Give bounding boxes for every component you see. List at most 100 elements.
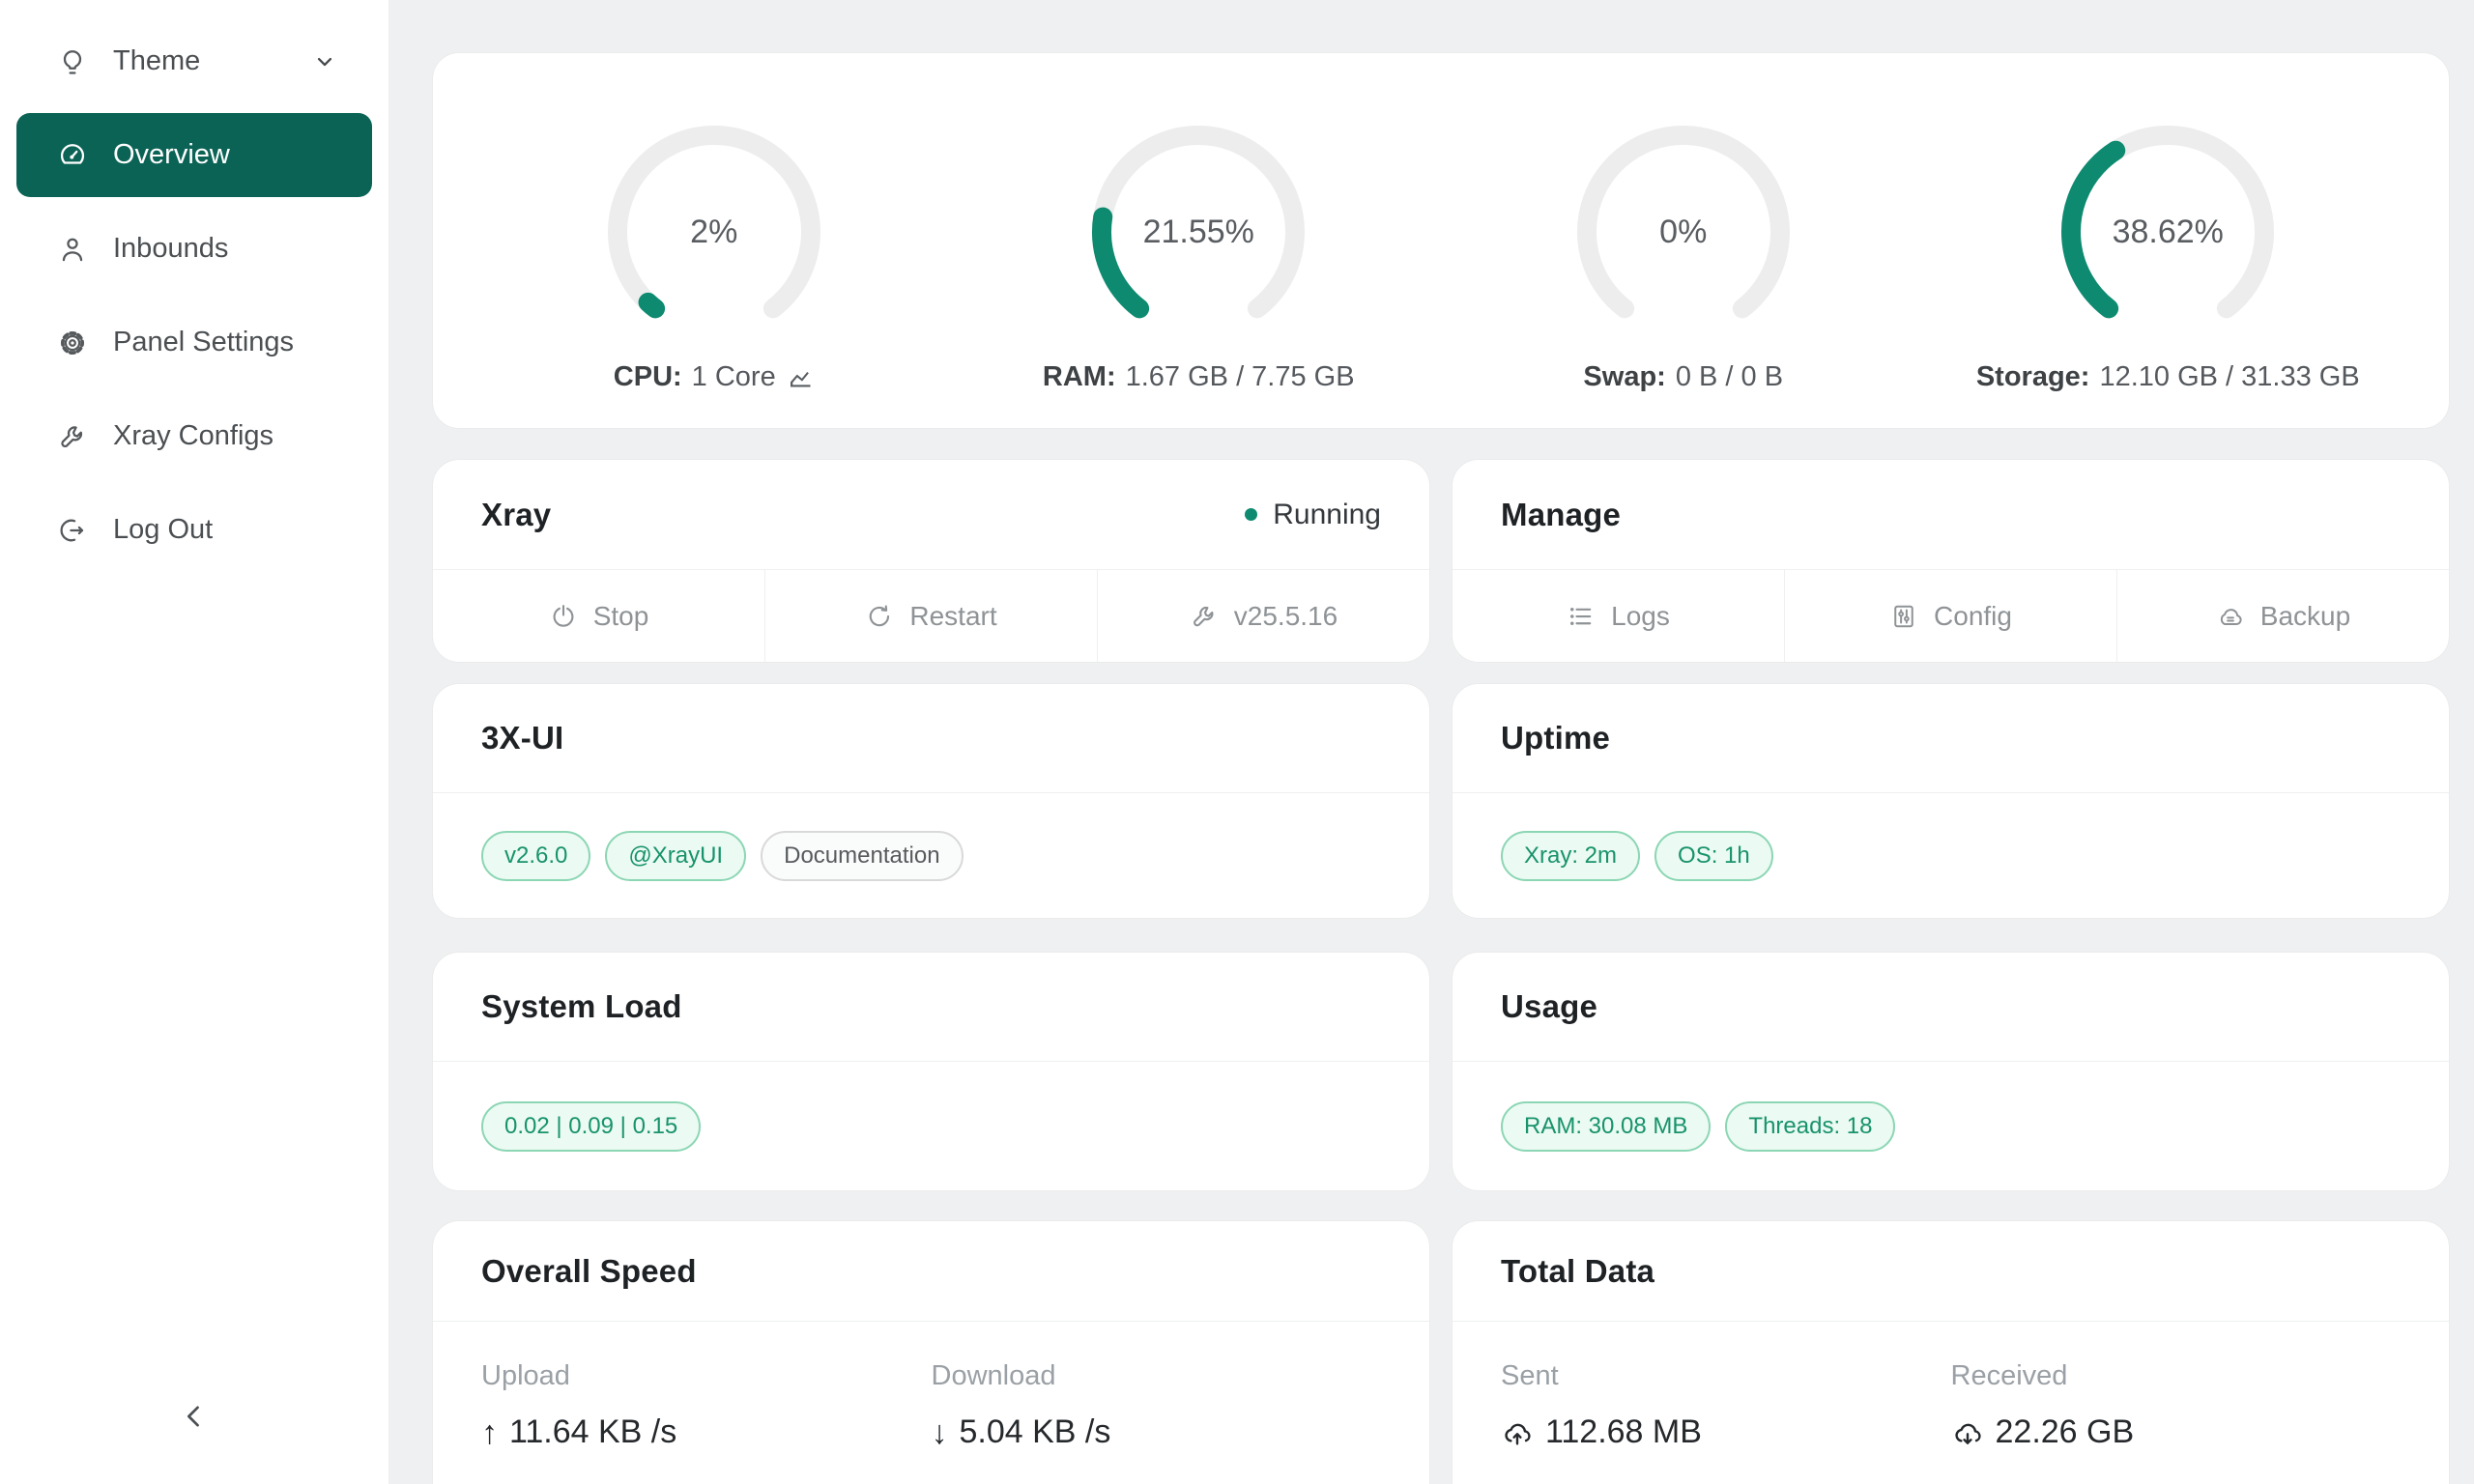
sidebar-item-theme[interactable]: Theme (16, 19, 372, 103)
gauge-label-name: CPU: (614, 361, 682, 393)
stat-value: ↓ 5.04 KB /s (932, 1413, 1382, 1451)
action-label: Logs (1611, 601, 1670, 632)
xray-uptime-tag: Xray: 2m (1501, 831, 1640, 881)
manage-config-button[interactable]: Config (1784, 570, 2116, 662)
stat-value-text: 22.26 GB (1996, 1413, 2135, 1451)
version-tag: v2.6.0 (481, 831, 590, 881)
card-title: System Load (481, 988, 682, 1025)
cloud-server-icon (2216, 602, 2245, 631)
manage-card-header: Manage (1453, 460, 2449, 570)
xray-status: Running (1245, 499, 1381, 531)
manage-actions: Logs Config (1453, 570, 2449, 662)
card-title: Usage (1501, 988, 1597, 1025)
threads-tag: Threads: 18 (1725, 1101, 1895, 1152)
threex-ui-tags: v2.6.0 @XrayUI Documentation (433, 793, 1429, 918)
list-icon (1567, 602, 1596, 631)
action-label: Stop (593, 601, 649, 632)
status-dot-icon (1245, 508, 1257, 521)
sidebar-item-label: Panel Settings (113, 327, 294, 358)
load-average-tag: 0.02 | 0.09 | 0.15 (481, 1101, 701, 1152)
sidebar-item-label: Theme (113, 45, 200, 77)
usage-card: Usage RAM: 30.08 MB Threads: 18 (1452, 952, 2450, 1191)
main-content: 2% CPU: 1 Core (389, 0, 2474, 1484)
sidebar-collapse-button[interactable] (16, 1360, 372, 1476)
xrayui-link-tag[interactable]: @XrayUI (605, 831, 746, 881)
power-icon (549, 602, 578, 631)
xray-stop-button[interactable]: Stop (433, 570, 764, 662)
gauge-percent: 2% (598, 116, 830, 348)
xray-card: Xray Running Stop (432, 459, 1430, 663)
xray-actions: Stop Restart (433, 570, 1429, 662)
xray-card-header: Xray Running (433, 460, 1429, 570)
documentation-link-tag[interactable]: Documentation (761, 831, 963, 881)
arrow-down-icon: ↓ (932, 1416, 948, 1449)
gauge-label-value: 1.67 GB / 7.75 GB (1126, 361, 1355, 393)
stat-label: Sent (1501, 1360, 1951, 1392)
stat-value-text: 5.04 KB /s (960, 1413, 1111, 1451)
os-uptime-tag: OS: 1h (1654, 831, 1773, 881)
stat-label: Download (932, 1360, 1382, 1392)
threex-ui-card: 3X-UI v2.6.0 @XrayUI Documentation (432, 683, 1430, 919)
manage-card: Manage Logs (1452, 459, 2450, 663)
gear-icon (57, 328, 88, 358)
gauge-label-name: Storage: (1976, 361, 2090, 393)
xray-restart-button[interactable]: Restart (764, 570, 1097, 662)
sidebar-item-label: Overview (113, 139, 230, 171)
sent-stat: Sent 112.68 MB (1501, 1360, 1951, 1484)
system-load-card-header: System Load (433, 953, 1429, 1062)
gauge-label-name: Swap: (1583, 361, 1665, 393)
system-load-tags: 0.02 | 0.09 | 0.15 (433, 1062, 1429, 1190)
sidebar-spacer (16, 582, 372, 1360)
sidebar-item-xray-configs[interactable]: Xray Configs (16, 394, 372, 478)
card-title: Overall Speed (481, 1253, 697, 1290)
sidebar-item-label: Inbounds (113, 233, 228, 265)
sidebar-item-log-out[interactable]: Log Out (16, 488, 372, 572)
system-load-card: System Load 0.02 | 0.09 | 0.15 (432, 952, 1430, 1191)
sidebar: Theme Overview (0, 0, 389, 1484)
sidebar-item-label: Log Out (113, 514, 213, 546)
gauge-label-value: 0 B / 0 B (1676, 361, 1783, 393)
card-title: Manage (1501, 497, 1621, 533)
bulb-icon (57, 46, 88, 77)
threex-ui-card-header: 3X-UI (433, 684, 1429, 793)
area-chart-icon[interactable] (786, 363, 815, 392)
gauge-label: Storage: 12.10 GB / 31.33 GB (1976, 361, 2360, 393)
gauge-ram: 21.55% RAM: 1.67 GB / 7.75 GB (957, 53, 1442, 428)
stat-label: Upload (481, 1360, 932, 1392)
user-icon (57, 234, 88, 265)
gauge-label: Swap: 0 B / 0 B (1583, 361, 1783, 393)
stat-label: Received (1951, 1360, 2402, 1392)
total-data-card: Total Data Sent 112.68 MB (1452, 1220, 2450, 1484)
ram-usage-tag: RAM: 30.08 MB (1501, 1101, 1711, 1152)
xray-version-button[interactable]: v25.5.16 (1097, 570, 1429, 662)
stat-value: 112.68 MB (1501, 1413, 1951, 1451)
overall-speed-card: Overall Speed Upload ↑ 11.64 KB /s Downl… (432, 1220, 1430, 1484)
wrench-icon (57, 421, 88, 452)
gauge-swap: 0% Swap: 0 B / 0 B (1441, 53, 1926, 428)
sidebar-item-inbounds[interactable]: Inbounds (16, 207, 372, 291)
wrench-icon (1190, 602, 1219, 631)
arrow-up-icon: ↑ (481, 1416, 498, 1449)
gauge-cpu: 2% CPU: 1 Core (472, 53, 957, 428)
download-stat: Download ↓ 5.04 KB /s (932, 1360, 1382, 1484)
gauge-percent: 38.62% (2052, 116, 2284, 348)
manage-backup-button[interactable]: Backup (2116, 570, 2449, 662)
action-label: Backup (2260, 601, 2350, 632)
overall-speed-card-header: Overall Speed (433, 1221, 1429, 1322)
sidebar-item-panel-settings[interactable]: Panel Settings (16, 300, 372, 385)
total-data-card-header: Total Data (1453, 1221, 2449, 1322)
uptime-tags: Xray: 2m OS: 1h (1453, 793, 2449, 918)
gauge-label-value: 1 Core (692, 361, 776, 393)
usage-card-header: Usage (1453, 953, 2449, 1062)
uptime-card-header: Uptime (1453, 684, 2449, 793)
gauge-storage: 38.62% Storage: 12.10 GB / 31.33 GB (1926, 53, 2411, 428)
manage-logs-button[interactable]: Logs (1453, 570, 1784, 662)
gauge-label-name: RAM: (1043, 361, 1116, 393)
card-title: 3X-UI (481, 720, 563, 756)
action-label: v25.5.16 (1234, 601, 1338, 632)
cloud-upload-icon (1501, 1416, 1534, 1449)
uptime-card: Uptime Xray: 2m OS: 1h (1452, 683, 2450, 919)
logout-icon (57, 515, 88, 546)
card-title: Uptime (1501, 720, 1610, 756)
sidebar-item-overview[interactable]: Overview (16, 113, 372, 197)
